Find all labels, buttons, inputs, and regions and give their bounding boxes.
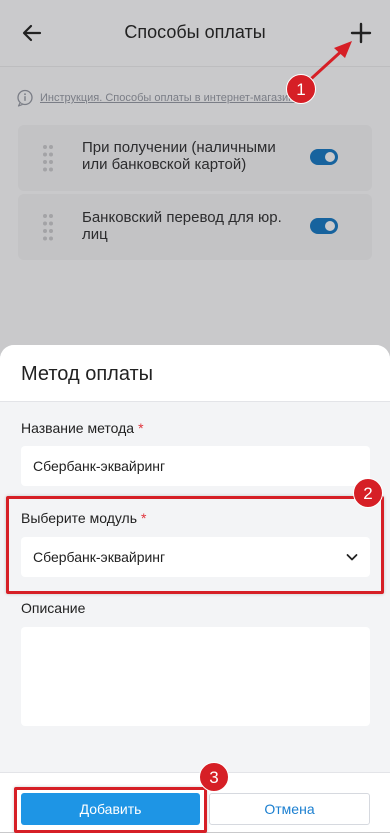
annotation-marker: 3 [199,762,229,792]
payment-method-label: При получении (наличными или банковской … [82,139,276,173]
annotation-marker: 1 [286,74,316,104]
method-name-label: Название метода * [21,420,144,436]
annotation-highlight [6,496,384,594]
drag-handle-icon[interactable] [42,213,54,241]
payment-method-card[interactable]: Банковский перевод для юр. лиц [18,194,372,260]
help-row: Инструкция. Способы оплаты в интернет-ма… [16,89,300,107]
top-bar: Способы оплаты [0,0,390,67]
sheet-title: Метод оплаты [21,363,154,385]
page-title: Способы оплаты [124,22,266,42]
enable-toggle[interactable] [310,149,338,165]
required-mark: * [138,420,144,436]
annotation-marker: 2 [353,478,383,508]
description-label: Описание [21,600,86,616]
cancel-button[interactable]: Отмена [209,793,370,825]
instruction-link[interactable]: Инструкция. Способы оплаты в интернет-ма… [40,92,300,104]
payment-method-label: Банковский перевод для юр. лиц [82,209,282,243]
method-name-input[interactable]: Сбербанк-эквайринг [21,446,370,486]
enable-toggle[interactable] [310,218,338,234]
description-textarea[interactable] [21,627,370,726]
annotation-highlight [14,787,207,833]
plus-icon[interactable] [350,22,372,44]
info-bubble-icon [17,89,33,107]
sheet-header: Метод оплаты [0,345,390,402]
payment-method-card[interactable]: При получении (наличными или банковской … [18,125,372,191]
drag-handle-icon[interactable] [42,144,54,172]
